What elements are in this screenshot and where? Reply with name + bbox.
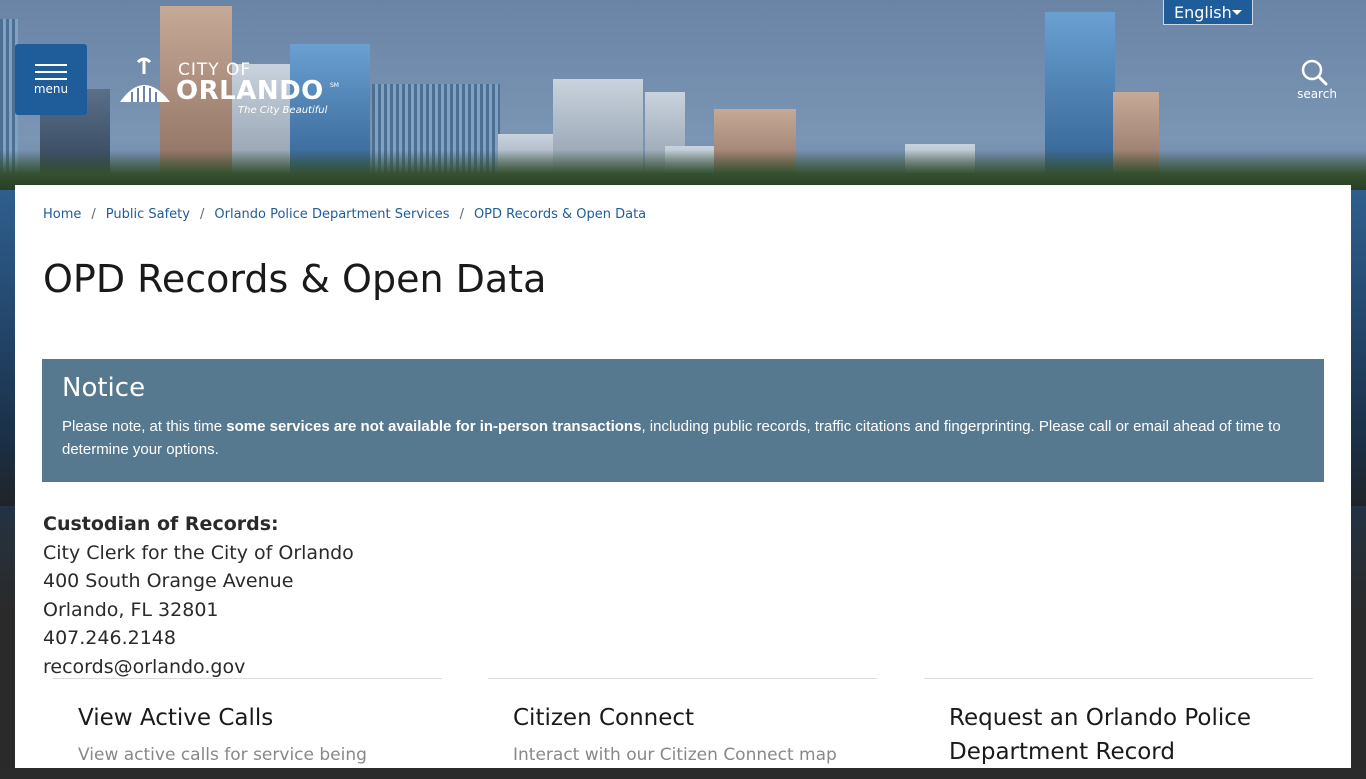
logo-service-mark: SM (330, 82, 339, 89)
custodian-label: Custodian of Records: (43, 513, 279, 535)
card-citizen-connect[interactable]: Citizen Connect Interact with our Citize… (488, 678, 877, 765)
language-label: English (1174, 3, 1232, 22)
page-title: OPD Records & Open Data (43, 257, 547, 301)
logo-tagline: The City Beautiful (238, 105, 328, 116)
custodian-email: records@orlando.gov (43, 655, 246, 678)
fountain-icon (120, 57, 170, 102)
card-title[interactable]: Citizen Connect (513, 701, 877, 735)
city-of-orlando-logo[interactable]: CITY OF ORLANDO SM The City Beautiful (116, 56, 346, 120)
tree-line (0, 150, 1366, 190)
card-request-record[interactable]: Request an Orlando Police Department Rec… (924, 678, 1313, 779)
menu-button[interactable]: menu (15, 44, 87, 115)
custodian-city: Orlando, FL 32801 (43, 598, 219, 621)
main-content: Home / Public Safety / Orlando Police Depart… (15, 185, 1351, 768)
caret-down-icon (1232, 10, 1242, 15)
card-description: Interact with our Citizen Connect map (513, 745, 837, 765)
search-label: search (1297, 87, 1337, 101)
breadcrumb-opd-services[interactable]: Orlando Police Department Services (214, 207, 449, 222)
language-select[interactable]: English (1163, 0, 1253, 25)
notice-title: Notice (62, 373, 146, 403)
notice-text: Please note, at this time some services … (62, 418, 1281, 458)
menu-label: menu (33, 82, 69, 96)
custodian-street: 400 South Orange Avenue (43, 570, 294, 592)
card-view-active-calls[interactable]: View Active Calls View active calls for … (53, 678, 442, 765)
breadcrumb: Home / Public Safety / Orlando Police Depart… (43, 207, 647, 222)
search-icon (1301, 59, 1328, 86)
card-description: View active calls for service being (78, 745, 367, 765)
notice-emphasis: some services are not available for in-p… (226, 418, 642, 435)
breadcrumb-current[interactable]: OPD Records & Open Data (474, 207, 646, 222)
custodian-info: Custodian of Records: City Clerk for the… (43, 510, 354, 681)
card-title[interactable]: Request an Orlando Police Department Rec… (949, 701, 1313, 769)
custodian-phone: 407.246.2148 (43, 627, 176, 649)
breadcrumb-public-safety[interactable]: Public Safety (106, 207, 190, 222)
logo-orlando: ORLANDO (176, 76, 324, 106)
breadcrumb-home[interactable]: Home (43, 207, 81, 222)
card-title[interactable]: View Active Calls (78, 701, 442, 735)
search-button[interactable]: search (1294, 58, 1340, 102)
custodian-name: City Clerk for the City of Orlando (43, 541, 354, 564)
notice-box: Notice Please note, at this time some se… (42, 359, 1324, 482)
